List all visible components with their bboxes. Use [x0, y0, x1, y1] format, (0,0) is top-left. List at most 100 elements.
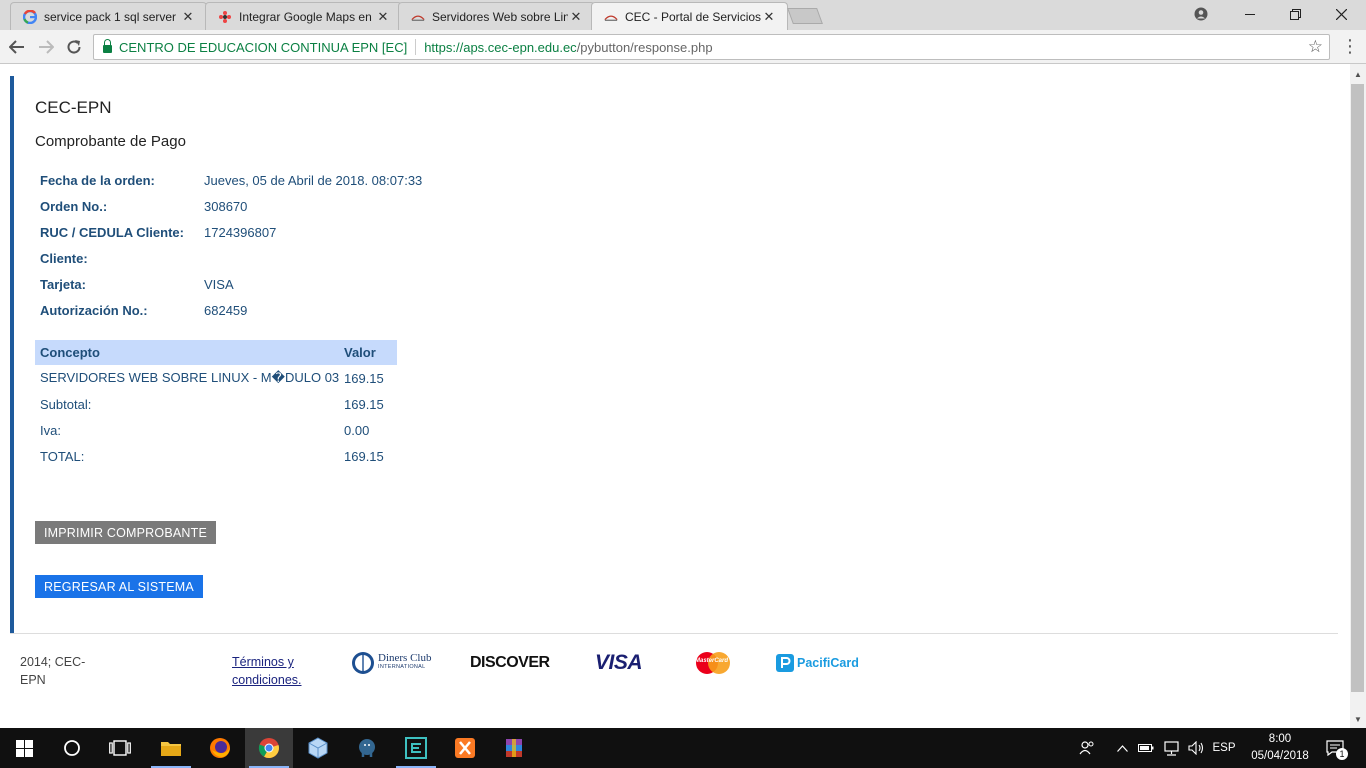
- info-value: 682459: [204, 302, 248, 318]
- info-row-order-number: Orden No.: 308670: [35, 193, 422, 219]
- info-value: 308670: [204, 198, 248, 214]
- browser-toolbar: CENTRO DE EDUCACION CONTINUA EPN [EC] ht…: [0, 30, 1366, 64]
- table-header: Concepto Valor: [35, 340, 397, 365]
- action-center-icon[interactable]: 1: [1322, 728, 1348, 768]
- profile-icon[interactable]: [1190, 4, 1212, 24]
- people-icon[interactable]: [1076, 728, 1098, 768]
- visa-text: VISA: [595, 651, 643, 674]
- url-host: https://aps.cec-epn.edu.ec: [424, 39, 577, 55]
- info-row-authorization: Autorización No.: 682459: [35, 297, 422, 323]
- info-value: Jueves, 05 de Abril de 2018. 08:07:33: [204, 172, 423, 188]
- terms-link[interactable]: Términos y condiciones.: [232, 653, 322, 689]
- virtualbox-icon[interactable]: [294, 728, 342, 768]
- info-row-card: Tarjeta: VISA: [35, 271, 422, 297]
- column-header-concept: Concepto: [40, 345, 100, 360]
- diners-club-subtext: INTERNATIONAL: [378, 664, 426, 670]
- table-row: SERVIDORES WEB SOBRE LINUX - M�DULO 03 1…: [35, 365, 397, 391]
- scroll-down-arrow-icon[interactable]: ▼: [1350, 711, 1366, 727]
- reload-icon[interactable]: [63, 36, 85, 58]
- info-label: Autorización No.:: [40, 302, 148, 318]
- editor-app-icon[interactable]: [392, 728, 440, 768]
- close-window-icon[interactable]: [1330, 4, 1352, 24]
- notification-badge: 1: [1336, 748, 1348, 760]
- close-tab-icon[interactable]: ✕: [180, 9, 196, 25]
- discover-text: DISCOVER: [470, 654, 550, 671]
- table-cell-concept: SERVIDORES WEB SOBRE LINUX - M�DULO 03: [40, 370, 340, 385]
- google-g-icon: [23, 9, 37, 24]
- scroll-up-arrow-icon[interactable]: ▲: [1350, 66, 1366, 82]
- browser-tab-1[interactable]: service pack 1 sql server ✕: [10, 2, 207, 30]
- bookmark-star-icon[interactable]: ☆: [1308, 37, 1323, 57]
- volume-icon[interactable]: [1185, 728, 1207, 768]
- table-cell-value: 169.15: [344, 370, 384, 386]
- info-row-client: Cliente:: [35, 245, 422, 271]
- info-row-date: Fecha de la orden: Jueves, 05 de Abril d…: [35, 167, 422, 193]
- diners-club-text: Diners Club: [378, 652, 432, 664]
- table-row: Iva: 0.00: [35, 417, 397, 443]
- windows-taskbar: ESP 8:00 05/04/2018 1: [0, 728, 1366, 768]
- info-value: 1724396807: [204, 224, 277, 240]
- cec-logo-icon: [411, 10, 425, 24]
- table-cell-value: 169.15: [344, 396, 384, 412]
- network-icon[interactable]: [1160, 728, 1182, 768]
- close-tab-icon[interactable]: ✕: [761, 9, 777, 25]
- address-bar[interactable]: CENTRO DE EDUCACION CONTINUA EPN [EC] ht…: [93, 34, 1330, 60]
- restore-icon[interactable]: [1284, 4, 1306, 24]
- browser-tab-2[interactable]: Integrar Google Maps en ✕: [205, 2, 402, 30]
- payment-table: Concepto Valor SERVIDORES WEB SOBRE LINU…: [35, 340, 397, 469]
- info-value: VISA: [204, 276, 234, 292]
- clock-date: 05/04/2018: [1251, 750, 1309, 762]
- postgresql-icon[interactable]: [343, 728, 391, 768]
- windows-start-icon[interactable]: [0, 728, 48, 768]
- order-info: Fecha de la orden: Jueves, 05 de Abril d…: [35, 167, 422, 323]
- forward-arrow-icon[interactable]: [35, 36, 57, 58]
- file-explorer-icon[interactable]: [147, 728, 195, 768]
- firefox-icon[interactable]: [196, 728, 244, 768]
- return-to-system-button[interactable]: REGRESAR AL SISTEMA: [35, 575, 203, 598]
- info-row-ruc-cedula: RUC / CEDULA Cliente: 1724396807: [35, 219, 422, 245]
- browser-tab-strip: service pack 1 sql server ✕ Integrar Goo…: [0, 0, 1366, 30]
- print-receipt-button[interactable]: IMPRIMIR COMPROBANTE: [35, 521, 216, 544]
- tab-title: Integrar Google Maps en: [239, 9, 372, 24]
- page-title: CEC-EPN: [35, 98, 112, 117]
- show-hidden-icons-chevron-icon[interactable]: [1113, 728, 1131, 768]
- info-label: Fecha de la orden:: [40, 172, 155, 188]
- system-clock[interactable]: 8:00 05/04/2018: [1246, 731, 1314, 765]
- new-tab-button[interactable]: [787, 8, 823, 24]
- task-view-icon[interactable]: [96, 728, 144, 768]
- close-tab-icon[interactable]: ✕: [568, 9, 584, 25]
- xampp-icon[interactable]: [441, 728, 489, 768]
- visa-logo: VISA: [595, 649, 643, 677]
- mastercard-text: MasterCard: [695, 658, 729, 664]
- security-label: CENTRO DE EDUCACION CONTINUA EPN [EC]: [119, 39, 408, 55]
- table-row: TOTAL: 169.15: [35, 443, 397, 469]
- browser-tab-3[interactable]: Servidores Web sobre Lin ✕: [398, 2, 595, 30]
- page-content: CEC-EPN Comprobante de Pago Fecha de la …: [0, 64, 1366, 728]
- browser-tab-4[interactable]: CEC - Portal de Servicios ✕: [591, 2, 788, 30]
- pacificard-logo: PacifiCard: [776, 649, 859, 677]
- footer-divider: [10, 633, 1338, 634]
- lock-icon: [103, 38, 112, 53]
- footer-copyright: 2014; CEC-EPN: [20, 655, 86, 687]
- scrollbar-thumb[interactable]: [1351, 84, 1364, 692]
- table-cell-concept: Subtotal:: [40, 396, 92, 412]
- winrar-icon[interactable]: [490, 728, 538, 768]
- tab-title: CEC - Portal de Servicios: [625, 9, 761, 24]
- chrome-icon[interactable]: [245, 728, 293, 768]
- minimize-icon[interactable]: [1239, 4, 1261, 24]
- discover-logo: DISCOVER: [470, 649, 550, 677]
- back-arrow-icon[interactable]: [6, 36, 28, 58]
- search-icon[interactable]: [48, 728, 96, 768]
- info-label: Orden No.:: [40, 198, 108, 214]
- pacificard-text: PacifiCard: [797, 656, 859, 670]
- battery-icon[interactable]: [1136, 728, 1156, 768]
- clock-time: 8:00: [1268, 733, 1292, 745]
- page-subtitle: Comprobante de Pago: [35, 133, 186, 150]
- info-label: Cliente:: [40, 250, 88, 266]
- table-cell-value: 169.15: [344, 448, 384, 464]
- close-tab-icon[interactable]: ✕: [375, 9, 391, 25]
- input-language[interactable]: ESP: [1210, 728, 1238, 768]
- column-header-value: Valor: [344, 345, 376, 360]
- browser-menu-icon[interactable]: ⋮: [1340, 37, 1360, 57]
- url-path: /pybutton/response.php: [576, 39, 713, 55]
